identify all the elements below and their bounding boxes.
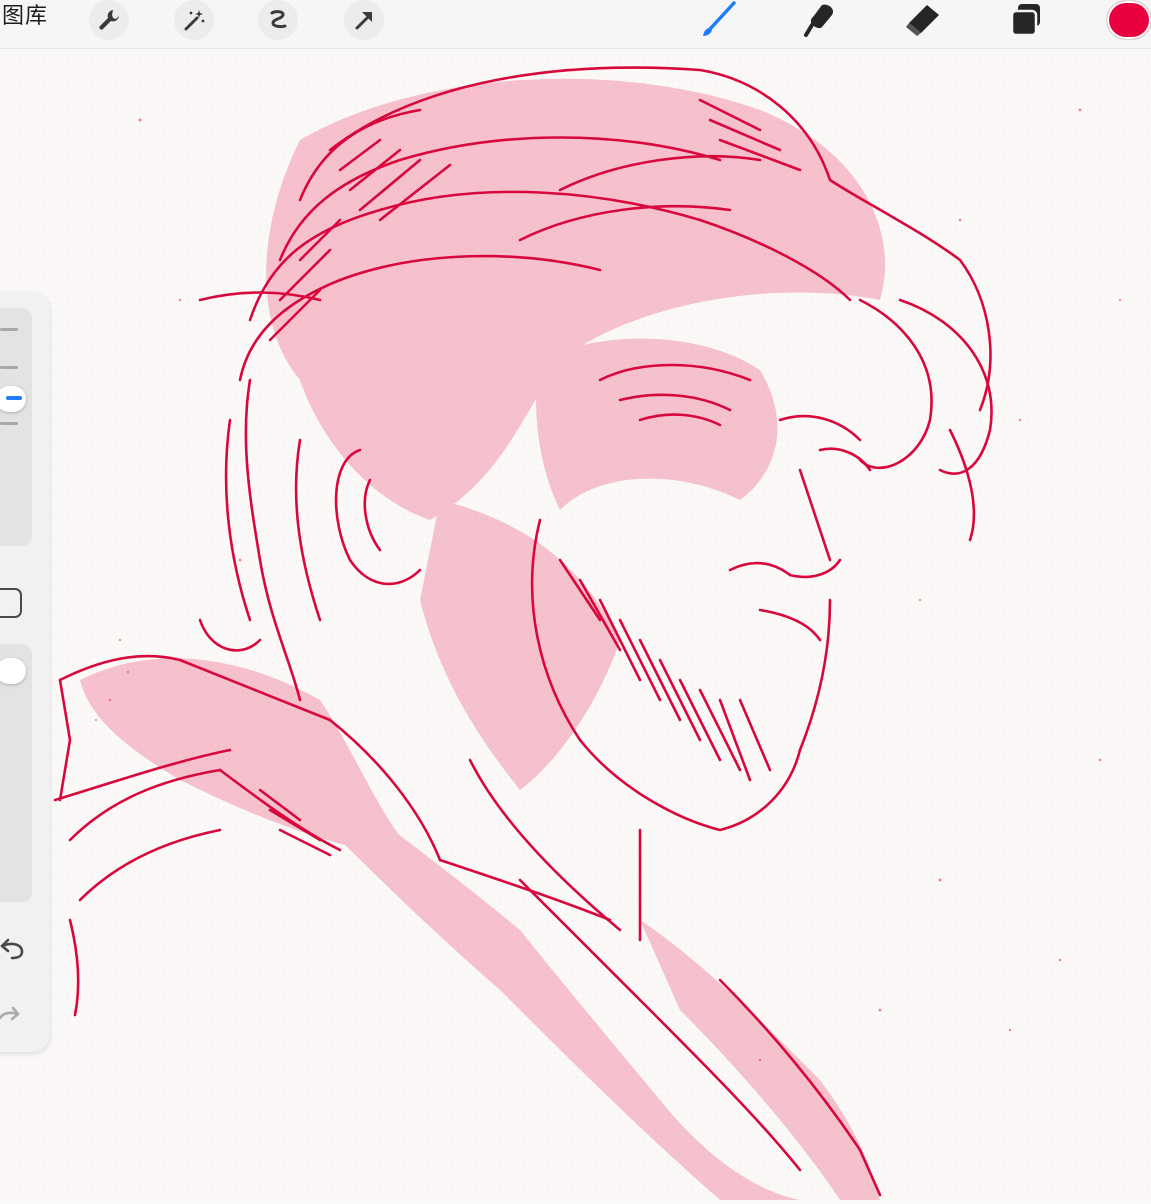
slider-tick [0, 366, 18, 369]
arrow-move-icon [355, 12, 372, 30]
brush-icon [703, 1, 736, 36]
undo-icon [0, 938, 24, 960]
top-toolbar: 图库 [0, 0, 1151, 49]
modify-button[interactable] [0, 588, 22, 618]
drawing-canvas[interactable] [0, 49, 1151, 1200]
selection-button[interactable] [258, 0, 298, 40]
adjustments-button[interactable] [174, 0, 214, 40]
layers-button[interactable] [1004, 0, 1048, 40]
wrench-icon [99, 10, 119, 30]
undo-button[interactable] [0, 936, 28, 962]
slider-tick [0, 422, 18, 425]
brush-button[interactable] [696, 0, 740, 40]
eraser-button[interactable] [900, 0, 944, 40]
selection-s-icon [270, 10, 287, 29]
eraser-icon [906, 5, 939, 36]
actions-button[interactable] [89, 0, 129, 40]
opacity-slider-thumb[interactable] [0, 658, 26, 684]
redo-icon [0, 1006, 20, 1021]
redo-button[interactable] [0, 1000, 28, 1026]
sketch-artwork [0, 49, 1151, 1200]
magic-wand-icon [184, 10, 205, 31]
slider-tick [0, 328, 18, 331]
gallery-button[interactable]: 图库 [2, 2, 48, 32]
transform-button[interactable] [344, 0, 384, 40]
brush-opacity-slider[interactable] [0, 644, 32, 902]
size-indicator [6, 396, 22, 400]
size-slider-thumb[interactable] [0, 386, 26, 412]
brush-size-slider[interactable] [0, 308, 32, 546]
smudge-button[interactable] [798, 0, 842, 40]
left-sidebar [0, 292, 50, 1052]
smudge-icon [804, 4, 834, 37]
layers-icon [1010, 4, 1040, 37]
color-picker-button[interactable] [1106, 0, 1151, 40]
